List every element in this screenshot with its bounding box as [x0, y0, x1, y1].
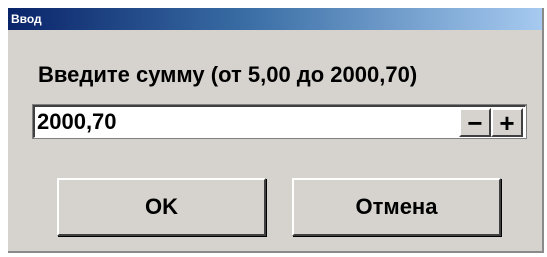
input-dialog: Ввод Введите сумму (от 5,00 до 2000,70) … — [8, 8, 544, 253]
increment-button[interactable]: + — [491, 108, 523, 137]
amount-field-container: − + — [33, 105, 526, 138]
dialog-title: Ввод — [11, 12, 42, 26]
amount-prompt-label: Введите сумму (от 5,00 до 2000,70) — [38, 62, 418, 87]
amount-input[interactable] — [37, 108, 437, 136]
cancel-button[interactable]: Отмена — [292, 178, 501, 236]
dialog-titlebar[interactable]: Ввод — [8, 8, 542, 30]
ok-button[interactable]: OK — [57, 178, 266, 236]
decrement-button[interactable]: − — [459, 108, 491, 137]
